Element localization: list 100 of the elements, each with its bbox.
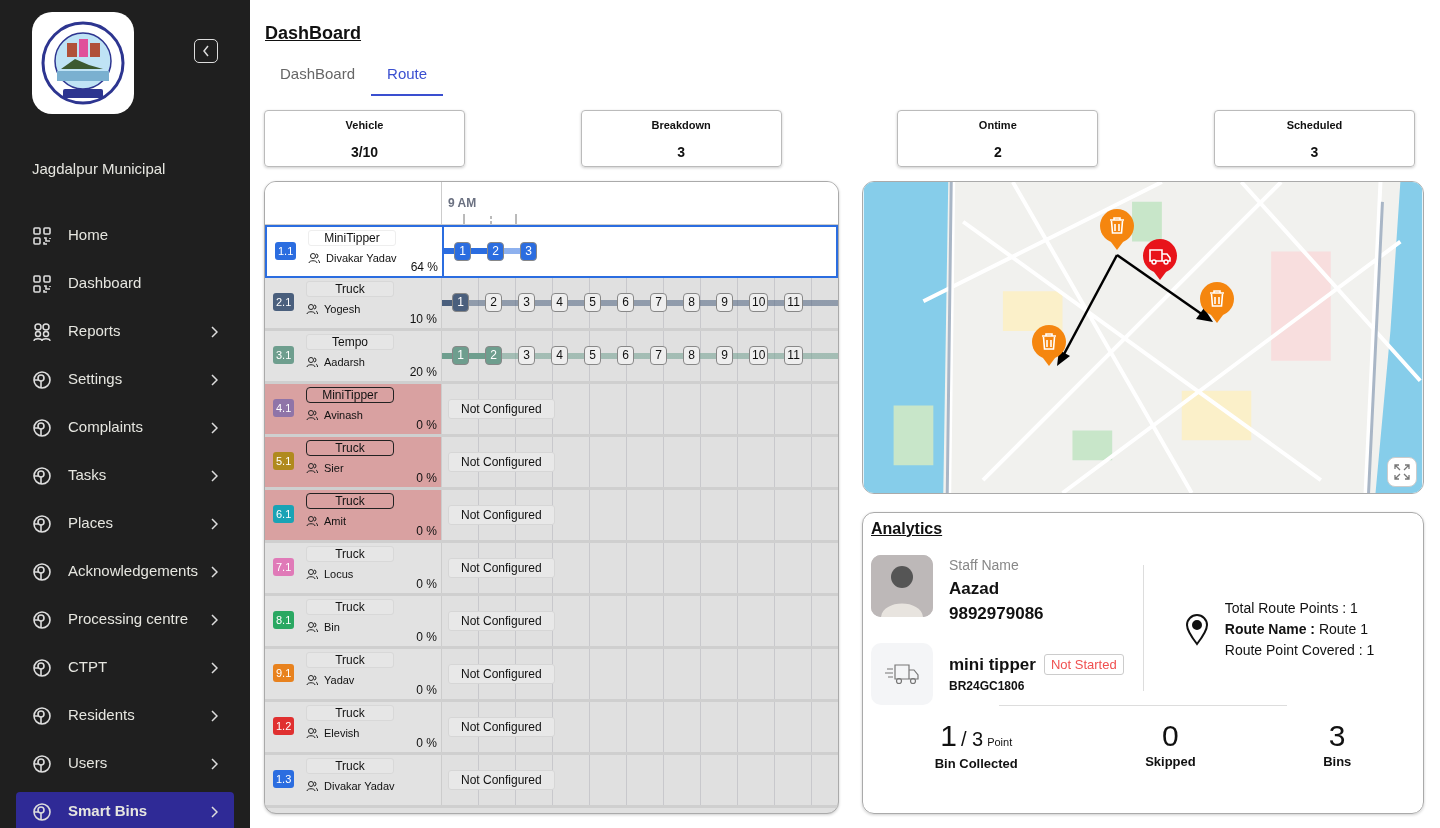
route-stop[interactable]: 1 <box>454 241 471 261</box>
route-code: 2.1 <box>273 292 295 311</box>
collapse-button[interactable] <box>194 39 218 63</box>
expand-icon <box>1393 462 1411 481</box>
vehicle-row-header[interactable]: 8.1 Truck Bin 0 % <box>265 595 442 646</box>
route-stop[interactable]: 2 <box>485 293 502 312</box>
driver-name: Yadav <box>324 672 355 688</box>
count-label: Bins <box>1323 752 1352 771</box>
route-stop[interactable]: 11 <box>784 293 803 312</box>
route-stop[interactable]: 4 <box>551 293 568 312</box>
route-stop[interactable]: 5 <box>584 293 601 312</box>
route-stop[interactable]: 2 <box>487 241 504 261</box>
chart-icon <box>32 609 52 630</box>
status-badge: Not Started <box>1043 653 1124 676</box>
vehicle-row-header[interactable]: 9.1 Truck Yadav 0 % <box>265 648 442 699</box>
driver-name: Aadarsh <box>324 354 365 370</box>
truck-icon <box>885 662 919 685</box>
driver-name: Elevish <box>324 725 360 741</box>
route-stop[interactable]: 6 <box>617 293 634 312</box>
progress-percent: 64 % <box>410 258 438 276</box>
sidebar-item[interactable]: Tasks <box>16 455 234 496</box>
vehicle-row-header[interactable]: 4.1 MiniTipper Avinash 0 % <box>265 383 442 434</box>
status-label: Not Configured <box>448 663 555 684</box>
status-label: Not Configured <box>448 504 555 525</box>
sidebar-item[interactable]: Acknowledgements <box>16 551 234 592</box>
sidebar-item[interactable]: Settings <box>16 359 234 400</box>
route-info: Total Route Points : 1 <box>1224 599 1359 618</box>
tab[interactable]: Route <box>371 55 444 96</box>
driver-name: Bin <box>324 619 340 635</box>
bin-marker[interactable] <box>1099 207 1135 252</box>
vehicle-row-header[interactable]: 1.3 Truck Divakar Yadav <box>265 754 442 805</box>
route-stop[interactable]: 8 <box>683 346 700 365</box>
sidebar-item[interactable]: Processing centre <box>16 599 234 640</box>
route-stop[interactable]: 6 <box>617 346 634 365</box>
sidebar-item[interactable]: CTPT <box>16 647 234 688</box>
user-icon <box>306 673 318 686</box>
route-stop[interactable]: 9 <box>716 293 733 312</box>
fullscreen-button[interactable] <box>1387 456 1417 487</box>
stat-label: Ontime <box>977 117 1018 133</box>
route-stop[interactable]: 1 <box>452 293 469 312</box>
stat-label: Vehicle <box>344 117 385 133</box>
status-label: Not Configured <box>448 451 555 472</box>
route-stop[interactable]: 8 <box>683 293 700 312</box>
sidebar-item[interactable]: Smart Bins <box>16 791 234 828</box>
route-stop[interactable]: 7 <box>650 346 667 365</box>
truck-marker[interactable] <box>1142 237 1178 282</box>
route-info: Route Name : Route 1 <box>1224 620 1369 639</box>
user-icon <box>308 251 320 264</box>
tab[interactable]: DashBoard <box>264 55 372 96</box>
sidebar-item[interactable]: Places <box>16 503 234 544</box>
sidebar-item[interactable]: Complaints <box>16 407 234 448</box>
vehicle-row-header[interactable]: 5.1 Truck Sier 0 % <box>265 436 442 487</box>
user-icon <box>306 567 318 580</box>
chevron-icon <box>210 469 218 482</box>
route-stop[interactable]: 5 <box>584 346 601 365</box>
vehicle-row-header[interactable]: 2.1 Truck Yogesh 10 % <box>265 277 442 328</box>
stat-label: Breakdown <box>650 117 712 133</box>
route-code: 1.3 <box>273 769 295 788</box>
vehicle-row-header[interactable]: 7.1 Truck Locus 0 % <box>265 542 442 593</box>
route-stop[interactable]: 10 <box>749 293 769 312</box>
user-icon <box>306 355 318 368</box>
route-stop[interactable]: 10 <box>749 346 769 365</box>
route-stop[interactable]: 11 <box>784 346 803 365</box>
route-stop[interactable]: 9 <box>716 346 733 365</box>
route-code: 8.1 <box>273 610 295 629</box>
grid-icon <box>32 273 52 294</box>
vehicle-type: Truck <box>306 492 394 509</box>
vehicle-row-header[interactable]: 3.1 Tempo Aadarsh 20 % <box>265 330 442 381</box>
organization-name: Jagdalpur Municipal <box>32 159 167 179</box>
bin-marker[interactable] <box>1199 280 1235 325</box>
grid-icon <box>32 225 52 246</box>
sidebar-item[interactable]: Home <box>16 215 234 256</box>
sidebar-item[interactable]: Dashboard <box>16 263 234 304</box>
stat-value: 3 <box>1309 143 1320 162</box>
route-code: 7.1 <box>273 557 295 576</box>
route-stop[interactable]: 3 <box>518 293 535 312</box>
status-label: Not Configured <box>448 557 555 578</box>
user-icon <box>306 461 318 474</box>
route-stop[interactable]: 3 <box>520 241 537 261</box>
vehicle-row-header[interactable]: 6.1 Truck Amit 0 % <box>265 489 442 540</box>
vehicle-row-header[interactable]: 1.1 MiniTipper Divakar Yadav 64 % <box>267 226 444 276</box>
chart-icon <box>32 513 52 534</box>
user-icon <box>306 408 318 421</box>
bin-marker[interactable] <box>1031 323 1067 368</box>
route-info: Route Point Covered : 1 <box>1224 641 1375 660</box>
chart-icon <box>32 465 52 486</box>
sidebar-item[interactable]: Reports <box>16 311 234 352</box>
progress-percent: 0 % <box>416 575 437 593</box>
route-stop[interactable]: 7 <box>650 293 667 312</box>
chart-icon <box>32 657 52 678</box>
plate-number: BR24GC1806 <box>949 678 1026 696</box>
route-stop[interactable]: 3 <box>518 346 535 365</box>
chart-icon <box>32 369 52 390</box>
status-label: Not Configured <box>448 398 555 419</box>
sidebar-item[interactable]: Residents <box>16 695 234 736</box>
sidebar-item[interactable]: Users <box>16 743 234 784</box>
vehicle-row-header[interactable]: 1.2 Truck Elevish 0 % <box>265 701 442 752</box>
driver-name: Yogesh <box>324 301 361 317</box>
route-stop[interactable]: 4 <box>551 346 568 365</box>
user-icon <box>306 514 318 527</box>
